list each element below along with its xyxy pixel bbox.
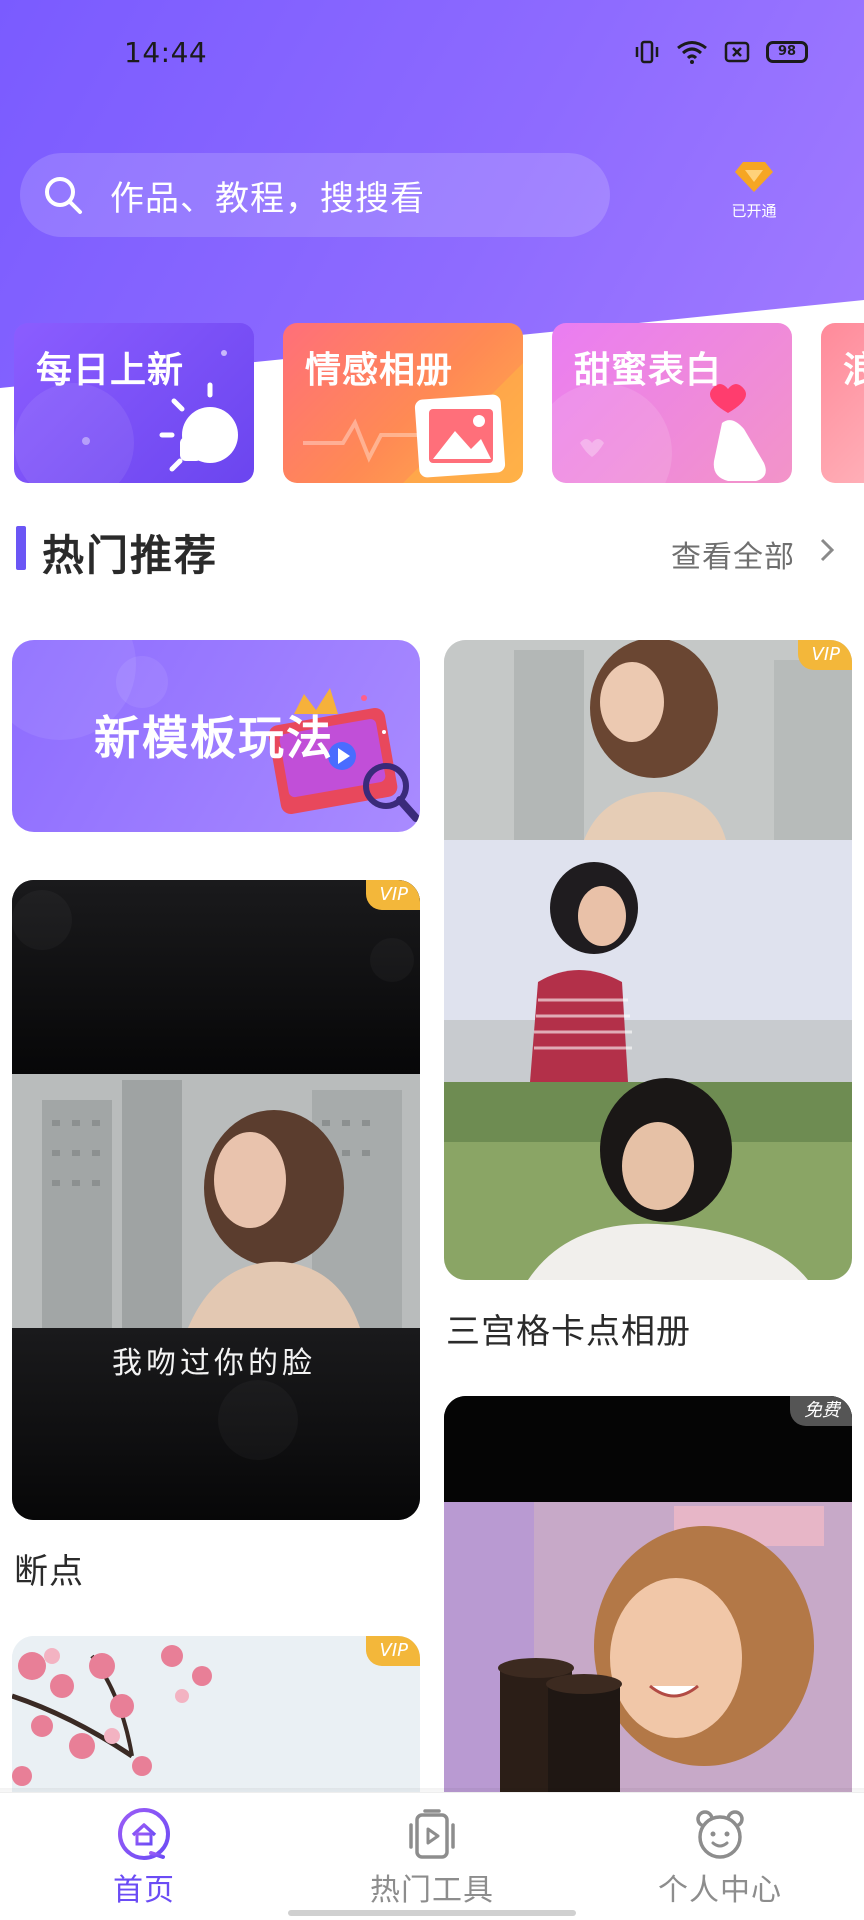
diamond-icon	[735, 162, 773, 192]
template-thumbnail	[444, 1396, 852, 1816]
sim-off-icon	[724, 41, 750, 63]
status-icons: 98	[634, 40, 808, 64]
category-label: 每日上新	[36, 350, 185, 391]
tab-home-label: 首页	[113, 1873, 175, 1908]
template-card-free[interactable]: 免费	[444, 1396, 852, 1816]
search-input[interactable]: 作品、教程，搜搜看	[20, 153, 610, 237]
vip-tag: VIP	[797, 640, 852, 670]
vip-status-button[interactable]: 已开通	[724, 160, 784, 221]
view-all-link[interactable]: 查看全部	[671, 532, 795, 576]
vip-tag: VIP	[365, 880, 420, 910]
promo-title: 新模板玩法	[94, 711, 334, 765]
vip-status-label: 已开通	[731, 202, 777, 220]
card-caption[interactable]: 断点	[14, 1544, 84, 1593]
search-placeholder: 作品、教程，搜搜看	[110, 178, 425, 219]
tab-home[interactable]: 首页	[54, 1793, 234, 1920]
new-template-promo-card[interactable]: 新模板玩法	[12, 640, 420, 832]
wifi-icon	[677, 41, 707, 64]
vip-tag: VIP	[365, 1636, 420, 1666]
battery-icon: 98	[766, 41, 808, 63]
tab-hot-tools[interactable]: 热门工具	[342, 1793, 522, 1920]
battery-level: 98	[777, 44, 797, 59]
template-card-triple-grid[interactable]: VIP	[444, 640, 852, 1280]
thumbnail-overlay-text: 我吻过你的脸	[112, 1346, 316, 1381]
section-title: 热门推荐	[42, 531, 219, 580]
profile-bear-icon	[696, 1810, 744, 1859]
card-caption[interactable]: 三宫格卡点相册	[446, 1304, 691, 1353]
status-bar: 14:44 98	[0, 0, 864, 110]
chevron-right-icon[interactable]	[818, 536, 836, 564]
status-time: 14:44	[124, 36, 208, 69]
tab-profile-label: 个人中心	[658, 1873, 782, 1908]
home-icon	[118, 1808, 170, 1860]
template-card-breakpoint[interactable]: VIP 我吻过你的脸	[12, 880, 420, 1520]
category-emotion-album[interactable]: 情感相册	[283, 323, 523, 483]
category-sweet-confession[interactable]: 甜蜜表白	[552, 323, 792, 483]
search-icon	[45, 177, 82, 214]
home-indicator[interactable]	[288, 1910, 576, 1916]
category-daily-new[interactable]: 每日上新	[14, 323, 254, 483]
category-label: 甜蜜表白	[574, 350, 723, 391]
template-thumbnail	[12, 880, 420, 1520]
tab-hot-tools-label: 热门工具	[370, 1873, 494, 1908]
free-tag: 免费	[790, 1396, 852, 1426]
category-label: 情感相册	[305, 350, 454, 391]
tab-profile[interactable]: 个人中心	[630, 1793, 810, 1920]
tools-icon	[409, 1809, 455, 1859]
category-romance[interactable]: 浪	[821, 323, 864, 483]
template-thumbnail	[444, 640, 852, 1280]
vibrate-icon	[635, 40, 659, 64]
bottom-tab-bar: 首页 热门工具 个人中心	[0, 1792, 864, 1920]
section-accent-bar	[16, 526, 26, 570]
category-label: 浪	[843, 350, 864, 391]
